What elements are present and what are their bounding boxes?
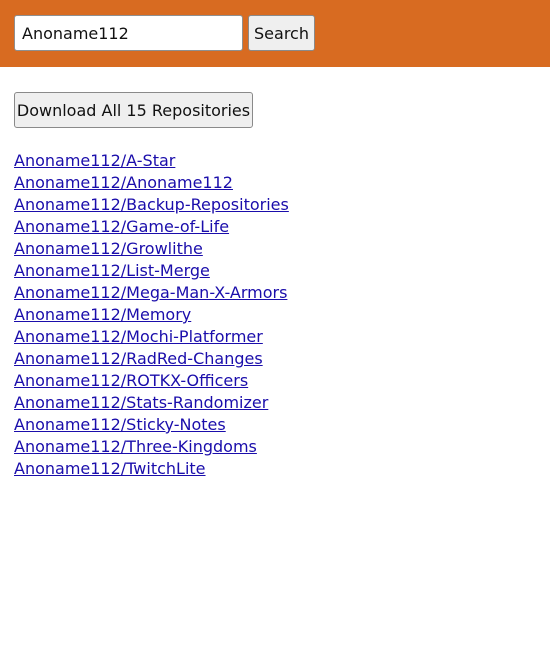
- list-item: Anoname112/RadRed-Changes: [14, 348, 289, 370]
- repository-link[interactable]: Anoname112/Mochi-Platformer: [14, 327, 263, 346]
- list-item: Anoname112/Stats-Randomizer: [14, 392, 289, 414]
- repository-link[interactable]: Anoname112/A-Star: [14, 151, 175, 170]
- list-item: Anoname112/List-Merge: [14, 260, 289, 282]
- list-item: Anoname112/Memory: [14, 304, 289, 326]
- list-item: Anoname112/Growlithe: [14, 238, 289, 260]
- repository-link[interactable]: Anoname112/Anoname112: [14, 173, 233, 192]
- list-item: Anoname112/Sticky-Notes: [14, 414, 289, 436]
- list-item: Anoname112/Three-Kingdoms: [14, 436, 289, 458]
- repository-link[interactable]: Anoname112/Growlithe: [14, 239, 203, 258]
- list-item: Anoname112/Mochi-Platformer: [14, 326, 289, 348]
- list-item: Anoname112/Game-of-Life: [14, 216, 289, 238]
- repository-link[interactable]: Anoname112/RadRed-Changes: [14, 349, 263, 368]
- list-item: Anoname112/Anoname112: [14, 172, 289, 194]
- list-item: Anoname112/A-Star: [14, 150, 289, 172]
- repository-link[interactable]: Anoname112/Mega-Man-X-Armors: [14, 283, 287, 302]
- search-header: Search: [0, 0, 550, 67]
- repository-link[interactable]: Anoname112/List-Merge: [14, 261, 210, 280]
- repository-link[interactable]: Anoname112/Backup-Repositories: [14, 195, 289, 214]
- repository-list: Anoname112/A-Star Anoname112/Anoname112 …: [14, 150, 289, 480]
- repository-link[interactable]: Anoname112/Stats-Randomizer: [14, 393, 268, 412]
- repository-link[interactable]: Anoname112/TwitchLite: [14, 459, 206, 478]
- list-item: Anoname112/ROTKX-Officers: [14, 370, 289, 392]
- repository-link[interactable]: Anoname112/Sticky-Notes: [14, 415, 226, 434]
- repository-link[interactable]: Anoname112/ROTKX-Officers: [14, 371, 248, 390]
- list-item: Anoname112/Backup-Repositories: [14, 194, 289, 216]
- search-input[interactable]: [14, 15, 243, 51]
- list-item: Anoname112/TwitchLite: [14, 458, 289, 480]
- download-all-button[interactable]: Download All 15 Repositories: [14, 92, 253, 128]
- repository-link[interactable]: Anoname112/Game-of-Life: [14, 217, 229, 236]
- search-button[interactable]: Search: [248, 15, 315, 51]
- repository-link[interactable]: Anoname112/Memory: [14, 305, 191, 324]
- list-item: Anoname112/Mega-Man-X-Armors: [14, 282, 289, 304]
- repository-link[interactable]: Anoname112/Three-Kingdoms: [14, 437, 257, 456]
